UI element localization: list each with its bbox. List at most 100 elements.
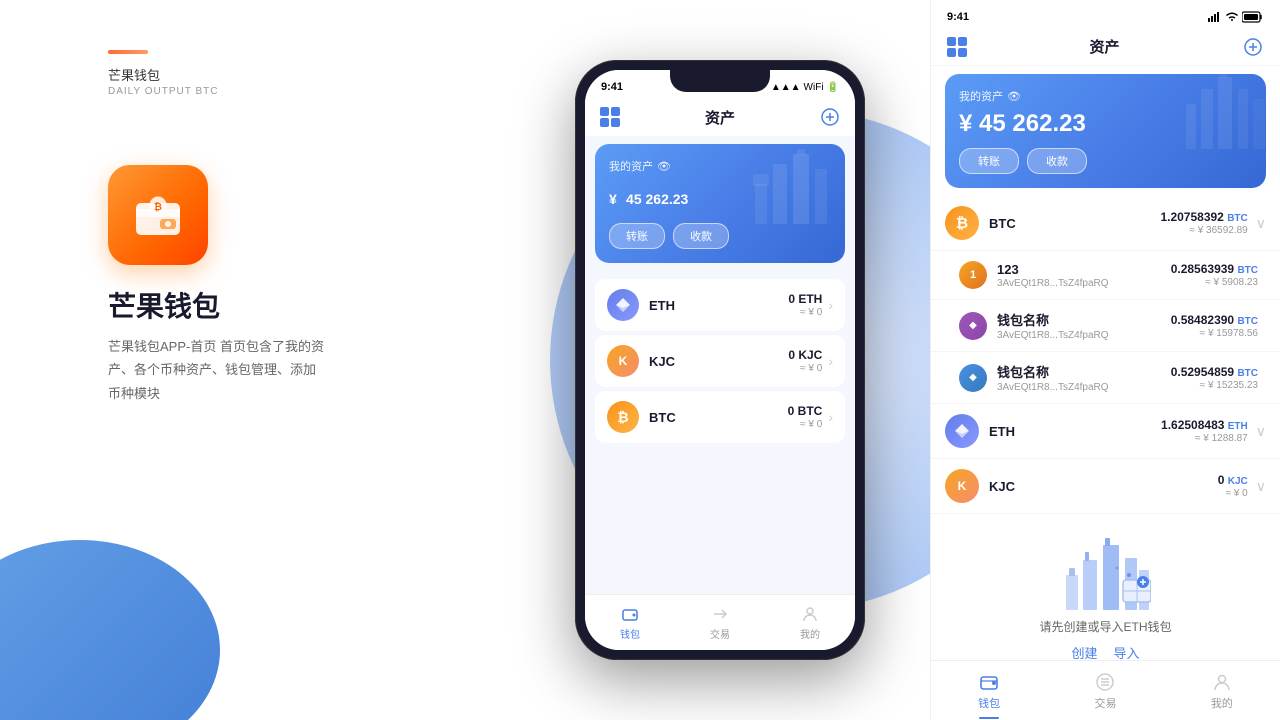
phone-balance-actions: 转账 收款 <box>609 223 831 249</box>
right-grid-icon[interactable] <box>947 37 967 57</box>
right-tab-mine[interactable]: 我的 <box>1164 671 1280 711</box>
right-status-icons <box>1208 11 1264 23</box>
phone-tab-wallet-label: 钱包 <box>620 626 640 641</box>
phone-coin-eth[interactable]: ETH 0 ETH ≈ ¥ 0 › <box>595 279 845 331</box>
right-tab-bar: 钱包 交易 我的 <box>931 660 1280 720</box>
phone-status-icons: ▲▲▲ WiFi 🔋 <box>771 82 839 93</box>
right-header-left <box>947 37 967 57</box>
right-btc-logo: ₿ <box>945 206 979 240</box>
app-icon: ₿ <box>108 165 208 265</box>
right-blue-amount: 0.52954859 BTC ≈ ¥ 15235.23 <box>1171 365 1258 391</box>
app-icon-wrap: ₿ <box>108 165 208 265</box>
right-tab-tx[interactable]: 交易 <box>1047 671 1163 711</box>
right-city-bg <box>1181 74 1266 149</box>
phone-coin-btc[interactable]: ₿ BTC 0 BTC ≈ ¥ 0 › <box>595 391 845 443</box>
mine-tab-icon <box>800 604 820 624</box>
phone-tab-wallet[interactable]: 钱包 <box>585 604 675 641</box>
eth-create-btn[interactable]: 创建 <box>1071 643 1097 660</box>
brand-title: 芒果钱包 <box>108 65 218 84</box>
signal-icon <box>1208 12 1222 22</box>
wifi-icon <box>1225 12 1239 22</box>
phone-frame: 9:41 ▲▲▲ WiFi 🔋 资产 <box>575 60 865 660</box>
phone-coin-kjc[interactable]: K KJC 0 KJC ≈ ¥ 0 › <box>595 335 845 387</box>
app-title: 芒果钱包 <box>108 285 220 325</box>
accent-line <box>108 50 148 54</box>
phone-tab-bar: 钱包 交易 我的 <box>585 594 855 650</box>
right-123-logo: 1 <box>959 261 987 289</box>
battery-icon <box>1242 11 1264 23</box>
right-purple-amount: 0.58482390 BTC ≈ ¥ 15978.56 <box>1171 313 1258 339</box>
phone-receive-btn[interactable]: 收款 <box>673 223 729 249</box>
city-bg <box>745 144 845 224</box>
right-coin-purple[interactable]: ◆ 钱包名称 3AvEQt1R8...TsZ4fpaRQ 0.58482390 … <box>931 300 1280 352</box>
right-add-btn[interactable] <box>1242 36 1264 58</box>
right-blue-logo: ◆ <box>959 364 987 392</box>
right-kjc-logo: K <box>945 469 979 503</box>
right-panel: 9:41 <box>930 0 1280 720</box>
right-123-info: 123 3AvEQt1R8...TsZ4fpaRQ <box>997 262 1171 289</box>
right-header-title: 资产 <box>1089 36 1119 57</box>
right-coin-kjc[interactable]: K KJC 0 KJC ≈ ¥ 0 ∨ <box>931 459 1280 514</box>
right-coin-blue[interactable]: ◆ 钱包名称 3AvEQt1R8...TsZ4fpaRQ 0.52954859 … <box>931 352 1280 404</box>
right-transfer-btn[interactable]: 转账 <box>959 148 1019 174</box>
btc-arrow: › <box>828 409 833 425</box>
wallet-icon-svg: ₿ <box>128 185 188 245</box>
right-status-bar: 9:41 <box>931 0 1280 28</box>
right-kjc-info: KJC <box>989 479 1218 494</box>
app-desc: 芒果钱包APP-首页 首页包含了我的资产、各个币种资产、钱包管理、添加币种模块 <box>108 335 328 405</box>
eye-icon[interactable]: 👁 <box>657 160 671 173</box>
right-tx-tab-icon <box>1094 671 1116 693</box>
kjc-logo: K <box>607 345 639 377</box>
right-eye-icon[interactable]: 👁 <box>1007 90 1021 103</box>
phone-header: 资产 <box>585 98 855 136</box>
phone-balance-card: 我的资产 👁 ¥ 45 262.23 转账 收款 <box>595 144 845 263</box>
left-section: 芒果钱包 DAILY OUTPUT BTC ₿ 芒果钱包 芒果钱包APP-首页 … <box>0 0 560 720</box>
kjc-amount-col: 0 KJC ≈ ¥ 0 <box>788 348 822 374</box>
right-tab-mine-label: 我的 <box>1211 695 1233 711</box>
right-kjc-amount: 0 KJC ≈ ¥ 0 <box>1218 473 1248 499</box>
right-wallet-tab-icon <box>978 671 1000 693</box>
right-kjc-arrow: ∨ <box>1256 478 1266 495</box>
right-coin-btc[interactable]: ₿ BTC 1.20758392 BTC ≈ ¥ 36592.89 ∨ <box>931 196 1280 251</box>
phone-tab-tx[interactable]: 交易 <box>675 604 765 641</box>
right-mine-tab-icon <box>1211 671 1233 693</box>
eth-arrow: › <box>828 297 833 313</box>
eth-info: ETH <box>649 298 788 313</box>
phone-grid-icon[interactable] <box>599 106 621 128</box>
phone-transfer-btn[interactable]: 转账 <box>609 223 665 249</box>
phone-add-icon[interactable] <box>819 106 841 128</box>
blue-blob <box>0 540 220 720</box>
btc-info: BTC <box>649 410 788 425</box>
right-header: 资产 <box>931 28 1280 66</box>
right-coin-eth[interactable]: ETH 1.62508483 ETH ≈ ¥ 1288.87 ∨ <box>931 404 1280 459</box>
right-123-amount: 0.28563939 BTC ≈ ¥ 5908.23 <box>1171 262 1258 288</box>
phone-tab-tx-label: 交易 <box>710 626 730 641</box>
right-purple-info: 钱包名称 3AvEQt1R8...TsZ4fpaRQ <box>997 310 1171 341</box>
right-blue-info: 钱包名称 3AvEQt1R8...TsZ4fpaRQ <box>997 362 1171 393</box>
phone-screen: 9:41 ▲▲▲ WiFi 🔋 资产 <box>585 70 855 650</box>
right-btc-amount: 1.20758392 BTC ≈ ¥ 36592.89 <box>1160 210 1247 236</box>
eth-import-btn[interactable]: 导入 <box>1114 643 1140 660</box>
right-coin-123[interactable]: 1 123 3AvEQt1R8...TsZ4fpaRQ 0.28563939 B… <box>931 251 1280 300</box>
right-tab-wallet[interactable]: 钱包 <box>931 671 1047 711</box>
btc-logo: ₿ <box>607 401 639 433</box>
phone-notch <box>670 70 770 92</box>
right-scroll: ₿ BTC 1.20758392 BTC ≈ ¥ 36592.89 ∨ 1 12… <box>931 196 1280 660</box>
right-tab-wallet-label: 钱包 <box>978 695 1000 711</box>
phone-header-title: 资产 <box>705 107 735 128</box>
right-purple-logo: ◆ <box>959 312 987 340</box>
wallet-tab-icon <box>620 604 640 624</box>
right-btc-info: BTC <box>989 216 1160 231</box>
right-eth-amount: 1.62508483 ETH ≈ ¥ 1288.87 <box>1161 418 1248 444</box>
right-status-time: 9:41 <box>947 11 969 23</box>
tx-tab-icon <box>710 604 730 624</box>
phone-tab-mine[interactable]: 我的 <box>765 604 855 641</box>
right-receive-btn[interactable]: 收款 <box>1027 148 1087 174</box>
eth-prompt: 请先创建或导入ETH钱包 创建 导入 <box>931 514 1280 660</box>
eth-logo <box>607 289 639 321</box>
phone-content: 我的资产 👁 ¥ 45 262.23 转账 收款 <box>585 136 855 594</box>
btc-amount-col: 0 BTC ≈ ¥ 0 <box>788 404 823 430</box>
right-eth-arrow: ∨ <box>1256 423 1266 440</box>
eth-amount-col: 0 ETH ≈ ¥ 0 <box>788 292 822 318</box>
svg-text:₿: ₿ <box>154 201 162 213</box>
